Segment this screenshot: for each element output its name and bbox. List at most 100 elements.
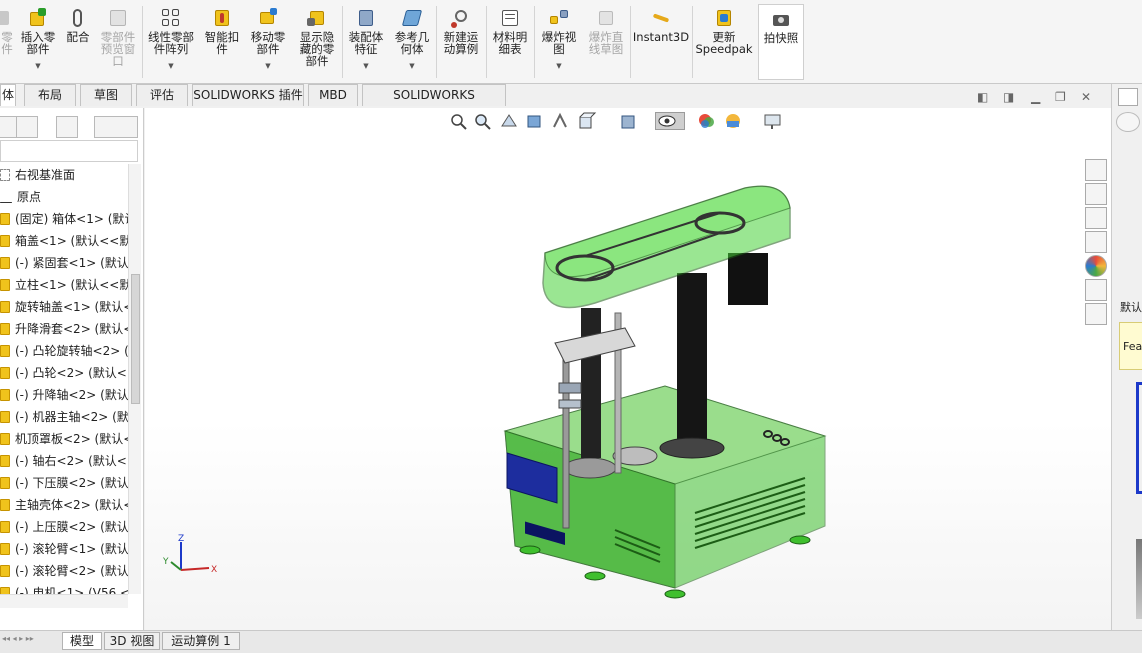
chevron-down-icon[interactable]: ▼ (35, 60, 40, 72)
restore-icon[interactable]: ❐ (1055, 90, 1066, 104)
part-icon (0, 543, 10, 555)
tree-item[interactable]: (-) 升降轴<2> (默认< (0, 384, 128, 406)
graphics-area[interactable]: Z X Y (145, 108, 1111, 630)
tree-filter-input[interactable] (0, 140, 138, 162)
mate-button[interactable]: 配合 (62, 4, 94, 80)
exploded-view-button[interactable]: 爆炸视 图 ▼ (536, 4, 582, 80)
tree-item[interactable]: (-) 轴右<2> (默认< (0, 450, 128, 472)
tab-motion-study-1[interactable]: 运动算例 1 (162, 632, 240, 650)
next-view-icon[interactable]: ◨ (1003, 90, 1014, 104)
zoom-to-area-icon[interactable] (473, 112, 493, 130)
task-pane-label: 默认 (1120, 301, 1142, 314)
linear-component-pattern-button[interactable]: 线性零部 件阵列 ▼ (144, 4, 198, 80)
instant3d-icon (651, 8, 671, 28)
tree-item[interactable]: (-) 凸轮旋转轴<2> ( (0, 340, 128, 362)
show-hidden-components-button[interactable]: 显示隐 藏的零 部件 (294, 4, 340, 80)
apply-scene-icon[interactable] (723, 112, 743, 130)
dynamic-annotation-icon[interactable] (551, 112, 571, 130)
tree-item[interactable]: (-) 机器主轴<2> (默 (0, 406, 128, 428)
tree-item-label: 右视基准面 (15, 168, 76, 182)
tab-model[interactable]: 模型 (62, 632, 102, 650)
tab-solidworks-inspection[interactable]: SOLIDWORKS Inspection (362, 84, 506, 123)
reference-geometry-button[interactable]: 参考几 何体 ▼ (390, 4, 434, 80)
tree-item[interactable]: 箱盖<1> (默认<<默认 (0, 230, 128, 252)
tree-vertical-scrollbar[interactable] (128, 164, 141, 594)
tree-item[interactable]: 主轴壳体<2> (默认< (0, 494, 128, 516)
tab-3d-view[interactable]: 3D 视图 (104, 632, 160, 650)
tree-item[interactable]: (-) 上压膜<2> (默认 (0, 516, 128, 538)
task-pane-collapse-icon[interactable] (1118, 88, 1138, 106)
hide-show-items-icon[interactable] (655, 112, 685, 130)
ribbon-separator (142, 6, 143, 78)
part-icon (0, 345, 10, 357)
tree-item[interactable]: 原点 (0, 186, 128, 208)
design-library-icon[interactable] (1085, 183, 1107, 205)
tree-item[interactable]: 立柱<1> (默认<<默认 (0, 274, 128, 296)
manager-tabs-scroll[interactable] (94, 116, 138, 138)
edit-appearance-icon[interactable] (697, 112, 717, 130)
move-component-button[interactable]: 移动零 部件 ▼ (246, 4, 290, 80)
forum-icon[interactable] (1085, 303, 1107, 325)
close-icon[interactable]: ✕ (1081, 90, 1091, 104)
minimize-icon[interactable]: ▁ (1031, 90, 1040, 104)
scrollbar-thumb[interactable] (131, 274, 140, 404)
appearances-icon[interactable] (1085, 255, 1107, 277)
take-snapshot-button[interactable]: 拍快照 (758, 4, 804, 80)
ribbon-separator (342, 6, 343, 78)
custom-properties-icon[interactable] (1085, 279, 1107, 301)
view-settings-monitor-icon[interactable] (763, 112, 783, 130)
assembly-features-button[interactable]: 装配体 特征 ▼ (344, 4, 388, 80)
chevron-down-icon[interactable]: ▼ (556, 60, 561, 72)
tree-item-label: 箱盖<1> (默认<<默认 (15, 234, 128, 248)
explode-line-sketch-button[interactable]: 爆炸直 线草图 (584, 4, 628, 80)
tree-item[interactable]: (-) 紧固套<1> (默认< (0, 252, 128, 274)
instant3d-button[interactable]: Instant3D (632, 4, 690, 80)
tree-item[interactable]: 旋转轴盖<1> (默认< (0, 296, 128, 318)
bill-of-materials-button[interactable]: 材料明 细表 (488, 4, 532, 80)
smart-fasteners-button[interactable]: 智能扣 件 (200, 4, 244, 80)
view-orientation-icon[interactable] (577, 112, 597, 130)
zoom-to-fit-icon[interactable] (449, 112, 469, 130)
tree-item-label: (固定) 箱体<1> (默认< (15, 212, 128, 226)
part-icon (0, 8, 17, 28)
tree-item[interactable]: (-) 凸轮<2> (默认< (0, 362, 128, 384)
solidworks-resources-icon[interactable] (1085, 159, 1107, 181)
tab-mbd[interactable]: MBD (308, 84, 358, 106)
tab-layout[interactable]: 布局 (24, 84, 76, 106)
section-view-icon[interactable] (525, 112, 545, 130)
tree-item[interactable]: (固定) 箱体<1> (默认< (0, 208, 128, 230)
ribbon-separator (486, 6, 487, 78)
tree-item[interactable]: (-) 滚轮臂<2> (默认 (0, 560, 128, 582)
tree-item[interactable]: (-) 电机<1> (V56 < (0, 582, 128, 594)
chevron-down-icon[interactable]: ▼ (265, 60, 270, 72)
ribbon-item-part[interactable]: 零 件 (0, 4, 14, 80)
tab-evaluate[interactable]: 评估 (136, 84, 188, 106)
chevron-down-icon[interactable]: ▼ (363, 60, 368, 72)
previous-view-icon[interactable] (499, 112, 519, 130)
chevron-down-icon[interactable]: ▼ (409, 60, 414, 72)
tree-item[interactable]: 升降滑套<2> (默认< (0, 318, 128, 340)
tree-item[interactable]: 机顶罩板<2> (默认< (0, 428, 128, 450)
tree-item[interactable]: (-) 下压膜<2> (默认 (0, 472, 128, 494)
previous-view-icon[interactable]: ◧ (977, 90, 988, 104)
tab-scroll-arrows[interactable]: ◂◂ ◂ ▸ ▸▸ (2, 634, 56, 648)
component-preview-window-button[interactable]: 零部件 预览窗 口 (96, 4, 140, 80)
tab-assembly[interactable]: 体 (0, 84, 16, 106)
update-speedpak-button[interactable]: 更新 Speedpak (694, 4, 754, 80)
tab-sketch[interactable]: 草图 (80, 84, 132, 106)
tab-solidworks-addins[interactable]: SOLIDWORKS 插件 (192, 84, 304, 106)
display-style-icon[interactable] (619, 112, 639, 130)
view-palette-icon[interactable] (1085, 231, 1107, 253)
new-motion-study-button[interactable]: 新建运 动算例 (438, 4, 484, 80)
insert-component-button[interactable]: 插入零 部件 ▼ (16, 4, 60, 80)
chevron-down-icon[interactable]: ▼ (168, 60, 173, 72)
configuration-manager-icon[interactable] (56, 116, 78, 138)
tree-item[interactable]: 右视基准面 (0, 164, 128, 186)
file-explorer-icon[interactable] (1085, 207, 1107, 229)
property-manager-icon[interactable] (16, 116, 38, 138)
task-pane: 默认 Fea (1111, 84, 1142, 653)
tree-horizontal-scrollbar[interactable] (0, 594, 128, 608)
tree-item[interactable]: (-) 滚轮臂<1> (默认 (0, 538, 128, 560)
assembly-3d-model[interactable] (485, 168, 845, 618)
back-icon[interactable] (1116, 112, 1140, 132)
